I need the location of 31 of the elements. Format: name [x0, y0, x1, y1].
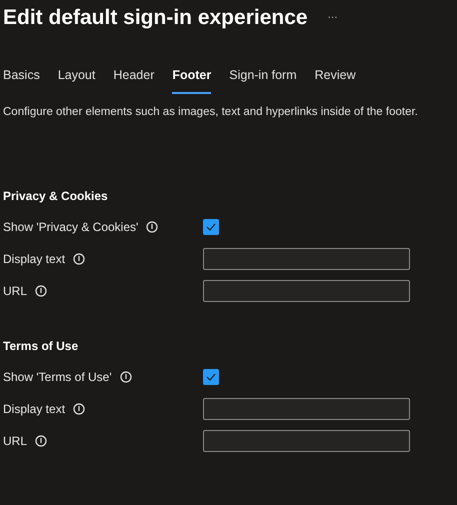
tab[interactable]: Review [314, 62, 356, 94]
section-heading: Privacy & Cookies [3, 188, 109, 206]
checkmark-icon [206, 223, 216, 232]
input-field[interactable] [203, 280, 410, 302]
input-field[interactable] [203, 398, 410, 420]
tab[interactable]: Layout [58, 62, 96, 94]
more-button[interactable]: ··· [328, 10, 338, 25]
tab[interactable]: Sign-in form [229, 62, 297, 94]
checkmark-icon [206, 373, 216, 382]
info-icon[interactable] [35, 285, 48, 298]
field-label: Display text [3, 251, 66, 268]
section-heading: Terms of Use [3, 338, 80, 356]
tab[interactable]: Header [113, 62, 154, 94]
info-icon[interactable] [73, 403, 86, 416]
field-label: URL [3, 433, 28, 450]
info-icon[interactable] [120, 371, 132, 384]
tab[interactable]: Footer [172, 62, 212, 94]
checkbox[interactable] [203, 369, 219, 386]
field-label: URL [3, 283, 28, 300]
checkbox[interactable] [203, 219, 219, 236]
info-icon[interactable] [35, 435, 48, 448]
tab[interactable]: Basics [3, 62, 40, 94]
info-icon[interactable] [73, 253, 86, 266]
page-title: Edit default sign-in experience [3, 4, 308, 31]
field-label: Display text [3, 401, 66, 418]
field-label: Show 'Privacy & Cookies' [3, 219, 138, 236]
field-label: Show 'Terms of Use' [3, 369, 112, 386]
input-field[interactable] [203, 430, 410, 452]
info-icon[interactable] [146, 221, 158, 234]
description: Configure other elements such as images, text and hyperlinks inside of the footer. [3, 105, 419, 120]
input-field[interactable] [203, 248, 410, 270]
